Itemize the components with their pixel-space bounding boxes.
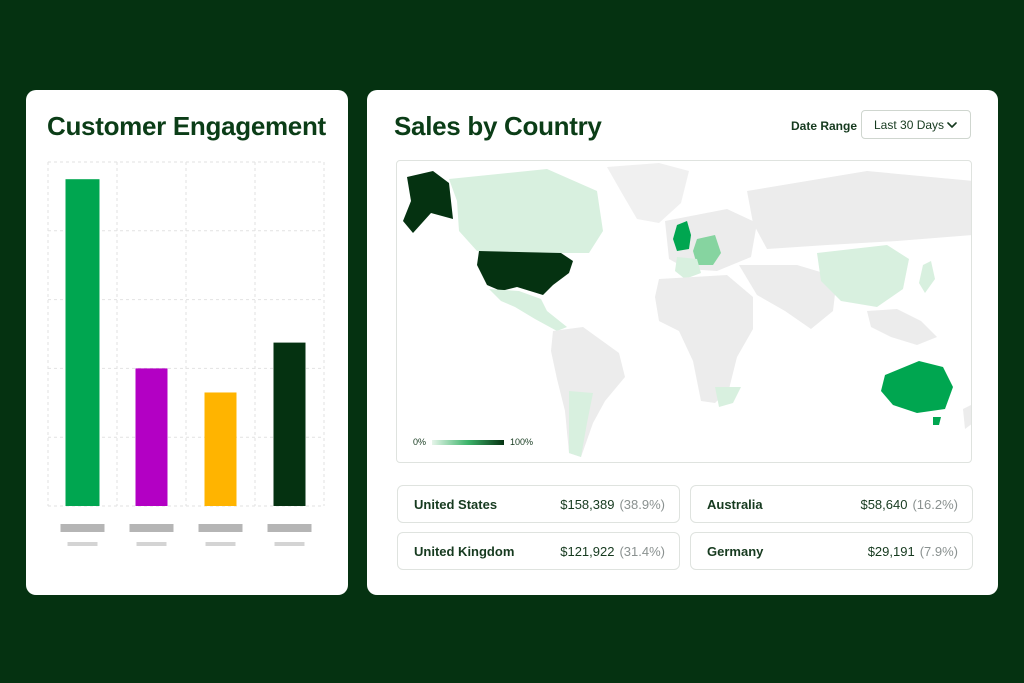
- category-sublabel-placeholder: [136, 542, 167, 546]
- country-sales-percent: (7.9%): [919, 543, 958, 559]
- category-sublabel-placeholder: [205, 542, 236, 546]
- category-sublabel-placeholder: [274, 542, 305, 546]
- map-russia: [747, 171, 971, 249]
- world-map[interactable]: 0% 100%: [396, 160, 972, 463]
- date-range-label: Date Range: [791, 119, 858, 133]
- category-label-placeholder: [129, 524, 174, 532]
- country-sales-percent: (31.4%): [619, 543, 665, 559]
- bar: [135, 368, 168, 506]
- category-label-placeholder: [267, 524, 312, 532]
- map-japan: [919, 261, 935, 293]
- map-south-africa: [715, 387, 741, 407]
- date-range-dropdown[interactable]: Last 30 Days: [861, 110, 971, 139]
- country-sales-value: $29,191: [867, 543, 915, 559]
- bar: [273, 342, 306, 506]
- map-south-america: [551, 327, 625, 457]
- bar: [204, 392, 237, 506]
- country-name: Australia: [707, 496, 763, 512]
- date-range-selected: Last 30 Days: [874, 117, 945, 132]
- category-label-placeholder: [60, 524, 105, 532]
- country-sales-percent: (16.2%): [912, 496, 958, 512]
- country-name: United Kingdom: [414, 543, 515, 559]
- country-name: Germany: [707, 543, 764, 559]
- legend-min: 0%: [413, 437, 427, 447]
- map-australia: [881, 361, 953, 413]
- engagement-bar-chart: [47, 161, 325, 546]
- country-sales-value: $158,389: [560, 496, 615, 512]
- country-sales-value: $58,640: [860, 496, 908, 512]
- sales-title: Sales by Country: [394, 111, 602, 141]
- map-mexico: [489, 289, 567, 331]
- map-tasmania: [933, 417, 941, 425]
- map-southeast-asia: [867, 309, 937, 345]
- legend-gradient: [432, 439, 505, 445]
- bar: [65, 179, 100, 506]
- map-united-states: [477, 251, 573, 295]
- customer-engagement-card: Customer Engagement: [26, 90, 348, 595]
- map-alaska: [403, 171, 453, 233]
- country-stat-card[interactable]: United Kingdom $121,922 (31.4%): [397, 532, 680, 570]
- category-label-placeholder: [198, 524, 243, 532]
- country-stat-card[interactable]: Germany $29,191 (7.9%): [690, 532, 973, 570]
- map-new-zealand: [963, 405, 971, 429]
- map-legend: 0% 100%: [413, 437, 533, 447]
- chevron-down-icon: [947, 122, 957, 128]
- map-africa: [655, 275, 753, 403]
- country-sales-value: $121,922: [560, 543, 615, 559]
- map-canada: [449, 169, 603, 253]
- map-france: [675, 257, 701, 279]
- country-stat-card[interactable]: United States $158,389 (38.9%): [397, 485, 680, 523]
- country-name: United States: [414, 496, 498, 512]
- country-sales-percent: (38.9%): [619, 496, 665, 512]
- map-greenland: [607, 163, 689, 223]
- legend-max: 100%: [510, 437, 534, 447]
- country-stat-card[interactable]: Australia $58,640 (16.2%): [690, 485, 973, 523]
- category-sublabel-placeholder: [67, 542, 98, 546]
- sales-by-country-card: Sales by Country Date Range Last 30 Days: [367, 90, 998, 595]
- world-map-graphic: [403, 163, 971, 457]
